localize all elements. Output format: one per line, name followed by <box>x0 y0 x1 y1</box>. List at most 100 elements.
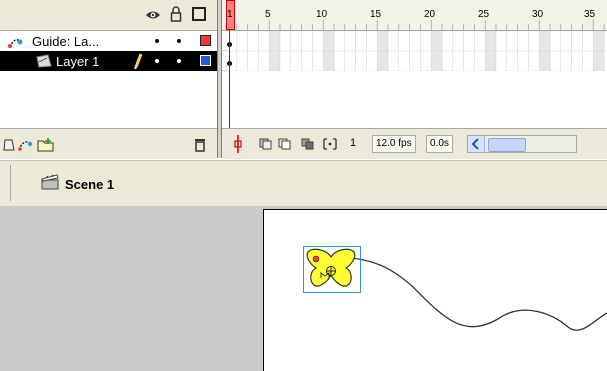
onion-skin-icon[interactable] <box>259 138 273 150</box>
frame-cell[interactable] <box>247 31 259 51</box>
frame-cell[interactable] <box>441 31 454 51</box>
frame-cell[interactable] <box>452 31 464 51</box>
frame-cell[interactable] <box>474 51 486 71</box>
frame-cell[interactable] <box>333 31 346 51</box>
frame-cell[interactable] <box>538 51 551 71</box>
frame-cell[interactable] <box>258 51 270 71</box>
frame-cell[interactable] <box>301 31 313 51</box>
frame-cell[interactable] <box>322 31 335 51</box>
frame-cell[interactable] <box>495 51 508 71</box>
frame-cell[interactable] <box>441 51 454 71</box>
frame-cell[interactable] <box>409 31 421 51</box>
frame-cell[interactable] <box>247 51 259 71</box>
scene-name[interactable]: Scene 1 <box>65 177 114 192</box>
scroll-thumb[interactable] <box>488 138 526 152</box>
frame-cell[interactable] <box>484 51 497 71</box>
frame-cell[interactable] <box>430 31 443 51</box>
scroll-left-button[interactable] <box>468 136 485 152</box>
insert-layer-folder-icon[interactable] <box>37 137 55 152</box>
frame-cell[interactable] <box>549 31 562 51</box>
timeline-splitter[interactable] <box>217 0 222 158</box>
frame-cell[interactable] <box>517 31 529 51</box>
frame-cell[interactable] <box>312 51 324 71</box>
layer-row-layer-1[interactable]: Layer 1 <box>0 51 217 71</box>
lock-dot[interactable] <box>177 39 181 43</box>
layer-color-swatch[interactable] <box>200 55 211 66</box>
frame-cell[interactable] <box>560 51 572 71</box>
frame-cell[interactable] <box>538 31 551 51</box>
frame-cell[interactable] <box>582 51 594 71</box>
frame-cell[interactable] <box>398 51 410 71</box>
frame-cell[interactable] <box>290 51 302 71</box>
frame-cell[interactable] <box>592 51 605 71</box>
frame-cell[interactable] <box>366 51 378 71</box>
frame-cell[interactable] <box>376 51 389 71</box>
frame-cell[interactable] <box>333 51 346 71</box>
frame-cell[interactable] <box>463 51 475 71</box>
butterfly-symbol[interactable] <box>304 247 360 292</box>
trash-icon[interactable] <box>194 137 206 152</box>
edit-multiple-frames-icon[interactable] <box>301 138 315 150</box>
frame-cell[interactable] <box>355 31 367 51</box>
frame-ruler[interactable]: 1 5 10 15 20 25 30 35 <box>222 0 607 31</box>
frame-cell[interactable] <box>571 31 583 51</box>
layer-color-swatch[interactable] <box>200 35 211 46</box>
modify-onion-markers-icon[interactable] <box>323 138 337 150</box>
visibility-dot[interactable] <box>155 39 159 43</box>
frame-cell[interactable] <box>549 51 562 71</box>
frame-rate-readout[interactable]: 12.0 fps <box>372 135 416 153</box>
outline-icon[interactable] <box>192 7 206 21</box>
frame-cell[interactable] <box>268 51 281 71</box>
frame-cell[interactable] <box>506 31 518 51</box>
insert-layer-icon[interactable] <box>2 138 16 152</box>
frame-cell[interactable] <box>430 51 443 71</box>
frame-cell[interactable] <box>506 51 518 71</box>
frame-cell[interactable] <box>592 31 605 51</box>
timeline-hscrollbar[interactable] <box>467 135 577 153</box>
frame-cell[interactable] <box>322 51 335 71</box>
frame-cell[interactable] <box>312 31 324 51</box>
frame-cell[interactable] <box>376 31 389 51</box>
lock-dot[interactable] <box>177 59 181 63</box>
frame-cell[interactable] <box>495 31 508 51</box>
layer-row-guide[interactable]: Guide: La... <box>0 31 217 51</box>
frame-cell[interactable] <box>258 31 270 51</box>
frame-cell[interactable] <box>290 31 302 51</box>
onion-skin-outlines-icon[interactable] <box>278 138 292 150</box>
frame-cell[interactable] <box>517 51 529 71</box>
frame-cell[interactable] <box>225 31 238 51</box>
frame-cell[interactable] <box>279 31 292 51</box>
frame-cell[interactable] <box>398 31 410 51</box>
frame-cell[interactable] <box>409 51 421 71</box>
lock-icon[interactable] <box>170 6 182 22</box>
frame-cell[interactable] <box>355 51 367 71</box>
frame-cell[interactable] <box>420 51 432 71</box>
add-motion-guide-icon[interactable] <box>18 138 34 152</box>
frame-cell[interactable] <box>279 51 292 71</box>
eye-icon[interactable] <box>145 9 161 21</box>
frame-cell[interactable] <box>528 31 540 51</box>
frame-cell[interactable] <box>301 51 313 71</box>
frame-cell[interactable] <box>571 51 583 71</box>
frame-cell[interactable] <box>268 31 281 51</box>
frames-row-guide[interactable] <box>222 31 607 51</box>
layer-name-layer-1[interactable]: Layer 1 <box>56 54 99 69</box>
frame-cell[interactable] <box>474 31 486 51</box>
frames-row-layer-1[interactable] <box>222 51 607 71</box>
frame-cell[interactable] <box>463 31 475 51</box>
frame-cell[interactable] <box>420 31 432 51</box>
frame-cell[interactable] <box>582 31 594 51</box>
frame-cell[interactable] <box>387 51 400 71</box>
frame-cell[interactable] <box>528 51 540 71</box>
frame-cell[interactable] <box>236 51 248 71</box>
frame-cell[interactable] <box>387 31 400 51</box>
frame-cell[interactable] <box>236 31 248 51</box>
frame-cell[interactable] <box>344 31 356 51</box>
frame-cell[interactable] <box>452 51 464 71</box>
frame-cell[interactable] <box>560 31 572 51</box>
visibility-dot[interactable] <box>155 59 159 63</box>
frame-cell[interactable] <box>484 31 497 51</box>
layer-name-guide[interactable]: Guide: La... <box>32 34 99 49</box>
center-frame-icon[interactable] <box>234 135 242 153</box>
frame-cell[interactable] <box>344 51 356 71</box>
